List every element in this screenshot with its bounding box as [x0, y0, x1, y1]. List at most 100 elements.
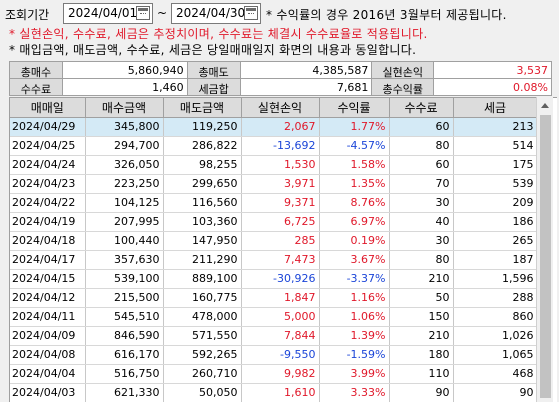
buy-amount-cell: 846,590 [85, 326, 164, 346]
yield-cell: -1.59% [319, 345, 390, 365]
yield-cell: 6.97% [319, 212, 390, 232]
summary-row: 총매수 5,860,940 총매도 4,385,587 실현손익 3,537 [10, 62, 552, 79]
col-header-buy-amount[interactable]: 매수금액 [85, 98, 164, 118]
tax-cell: 90 [453, 383, 538, 402]
realized-pnl-label: 실현손익 [372, 62, 435, 79]
trade-date-cell: 2024/04/04 [10, 364, 86, 384]
summary-row: 수수료 1,460 세금합 7,681 총수익률 0.08% [10, 79, 552, 96]
tax-cell: 1,026 [453, 326, 538, 346]
yield-cell: 1.77% [319, 117, 390, 137]
filter-panel: 조회기간 2024/04/01 ~ 2024/04/30 * 수익률의 경우 2… [0, 0, 559, 59]
fee-cell: 210 [389, 269, 454, 289]
tax-cell: 187 [453, 250, 538, 270]
table-row[interactable]: 2024/04/11 545,510 478,000 5,000 1.06% 150 860 [10, 307, 538, 327]
fee-cell: 180 [389, 345, 454, 365]
sell-amount-cell: 50,050 [163, 383, 242, 402]
table-row[interactable]: 2024/04/19 207,995 103,360 6,725 6.97% 40 186 [10, 212, 538, 232]
fee-cell: 210 [389, 326, 454, 346]
col-header-sell-amount[interactable]: 매도금액 [163, 98, 242, 118]
sell-amount-cell: 286,822 [163, 136, 242, 156]
table-row[interactable]: 2024/04/08 616,170 592,265 -9,550 -1.59% 180 1… [10, 345, 538, 365]
buy-amount-cell: 215,500 [85, 288, 164, 308]
sell-amount-cell: 98,255 [163, 155, 242, 175]
buy-amount-cell: 539,100 [85, 269, 164, 289]
calendar-icon[interactable] [136, 6, 150, 20]
realized-pnl-cell: 1,610 [241, 383, 320, 402]
yield-cell: 1.58% [319, 155, 390, 175]
trade-date-cell: 2024/04/17 [10, 250, 86, 270]
table-row[interactable]: 2024/04/24 326,050 98,255 1,530 1.58% 60 175 [10, 155, 538, 175]
table-row[interactable]: 2024/04/12 215,500 160,775 1,847 1.16% 50 288 [10, 288, 538, 308]
table-row[interactable]: 2024/04/23 223,250 299,650 3,971 1.35% 70 539 [10, 174, 538, 194]
buy-amount-cell: 100,440 [85, 231, 164, 251]
vertical-scrollbar[interactable] [536, 97, 553, 402]
calendar-icon[interactable] [244, 6, 258, 20]
realized-pnl-cell: 1,847 [241, 288, 320, 308]
buy-amount-cell: 616,170 [85, 345, 164, 365]
tax-cell: 288 [453, 288, 538, 308]
end-date-picker[interactable]: 2024/04/30 [171, 3, 261, 24]
sell-amount-cell: 116,560 [163, 193, 242, 213]
realized-pnl-cell: 5,000 [241, 307, 320, 327]
table-row[interactable]: 2024/04/29 345,800 119,250 2,067 1.77% 60 213 [10, 117, 538, 137]
trade-history-grid[interactable]: 매매일 매수금액 매도금액 실현손익 수익률 수수료 세금 2024/04/29… [9, 97, 557, 402]
col-header-trade-date[interactable]: 매매일 [10, 98, 86, 118]
sell-amount-cell: 211,290 [163, 250, 242, 270]
table-row[interactable]: 2024/04/18 100,440 147,950 285 0.19% 30 265 [10, 231, 538, 251]
col-header-yield[interactable]: 수익률 [319, 98, 390, 118]
fee-value: 1,460 [62, 79, 188, 96]
start-date-picker[interactable]: 2024/04/01 [63, 3, 153, 24]
buy-amount-cell: 326,050 [85, 155, 164, 175]
trade-date-cell: 2024/04/29 [10, 117, 86, 137]
buy-amount-cell: 621,330 [85, 383, 164, 402]
table-row[interactable]: 2024/04/22 104,125 116,560 9,371 8.76% 30 209 [10, 193, 538, 213]
yield-cell: 0.19% [319, 231, 390, 251]
total-yield-label: 총수익률 [372, 79, 435, 96]
table-row[interactable]: 2024/04/04 516,750 260,710 9,982 3.99% 110 468 [10, 364, 538, 384]
table-row[interactable]: 2024/04/17 357,630 211,290 7,473 3.67% 80 187 [10, 250, 538, 270]
total-buy-label: 총매수 [10, 62, 63, 79]
buy-amount-cell: 294,700 [85, 136, 164, 156]
trade-date-cell: 2024/04/19 [10, 212, 86, 232]
col-header-fee[interactable]: 수수료 [389, 98, 454, 118]
yield-cell: -4.57% [319, 136, 390, 156]
realized-pnl-cell: 9,982 [241, 364, 320, 384]
yield-cell: -3.37% [319, 269, 390, 289]
scroll-thumb[interactable] [540, 115, 551, 398]
fee-cell: 70 [389, 174, 454, 194]
tax-cell: 209 [453, 193, 538, 213]
trade-date-cell: 2024/04/23 [10, 174, 86, 194]
period-label: 조회기간 [5, 8, 50, 22]
tax-cell: 1,065 [453, 345, 538, 365]
tax-cell: 468 [453, 364, 538, 384]
fee-cell: 50 [389, 288, 454, 308]
yield-cell: 1.35% [319, 174, 390, 194]
col-header-tax[interactable]: 세금 [453, 98, 538, 118]
buy-amount-cell: 207,995 [85, 212, 164, 232]
trade-date-cell: 2024/04/22 [10, 193, 86, 213]
table-row[interactable]: 2024/04/09 846,590 571,550 7,844 1.39% 210 1,0… [10, 326, 538, 346]
summary-table: 총매수 5,860,940 총매도 4,385,587 실현손익 3,537 수… [9, 61, 552, 96]
date-range-separator: ~ [157, 6, 168, 20]
realized-pnl-cell: 7,844 [241, 326, 320, 346]
sell-amount-cell: 571,550 [163, 326, 242, 346]
yield-cell: 3.33% [319, 383, 390, 402]
realized-pnl-cell: 7,473 [241, 250, 320, 270]
trade-date-cell: 2024/04/11 [10, 307, 86, 327]
table-row[interactable]: 2024/04/25 294,700 286,822 -13,692 -4.57% 80 5… [10, 136, 538, 156]
fee-cell: 60 [389, 117, 454, 137]
end-date-value: 2024/04/30 [176, 6, 246, 20]
table-row[interactable]: 2024/04/15 539,100 889,100 -30,926 -3.37% 210… [10, 269, 538, 289]
realized-pnl-cell: 2,067 [241, 117, 320, 137]
filter-row: 조회기간 2024/04/01 ~ 2024/04/30 * 수익률의 경우 2… [0, 3, 559, 24]
trade-date-cell: 2024/04/08 [10, 345, 86, 365]
buy-amount-cell: 545,510 [85, 307, 164, 327]
table-row[interactable]: 2024/04/03 621,330 50,050 1,610 3.33% 90 90 [10, 383, 538, 402]
realized-pnl-cell: -30,926 [241, 269, 320, 289]
scroll-up-arrow-icon[interactable] [537, 97, 554, 114]
realized-pnl-cell: 6,725 [241, 212, 320, 232]
col-header-realized-pnl[interactable]: 실현손익 [241, 98, 320, 118]
tax-cell: 860 [453, 307, 538, 327]
yield-availability-note: * 수익률의 경우 2016년 3월부터 제공됩니다. [266, 8, 507, 22]
trade-date-cell: 2024/04/24 [10, 155, 86, 175]
